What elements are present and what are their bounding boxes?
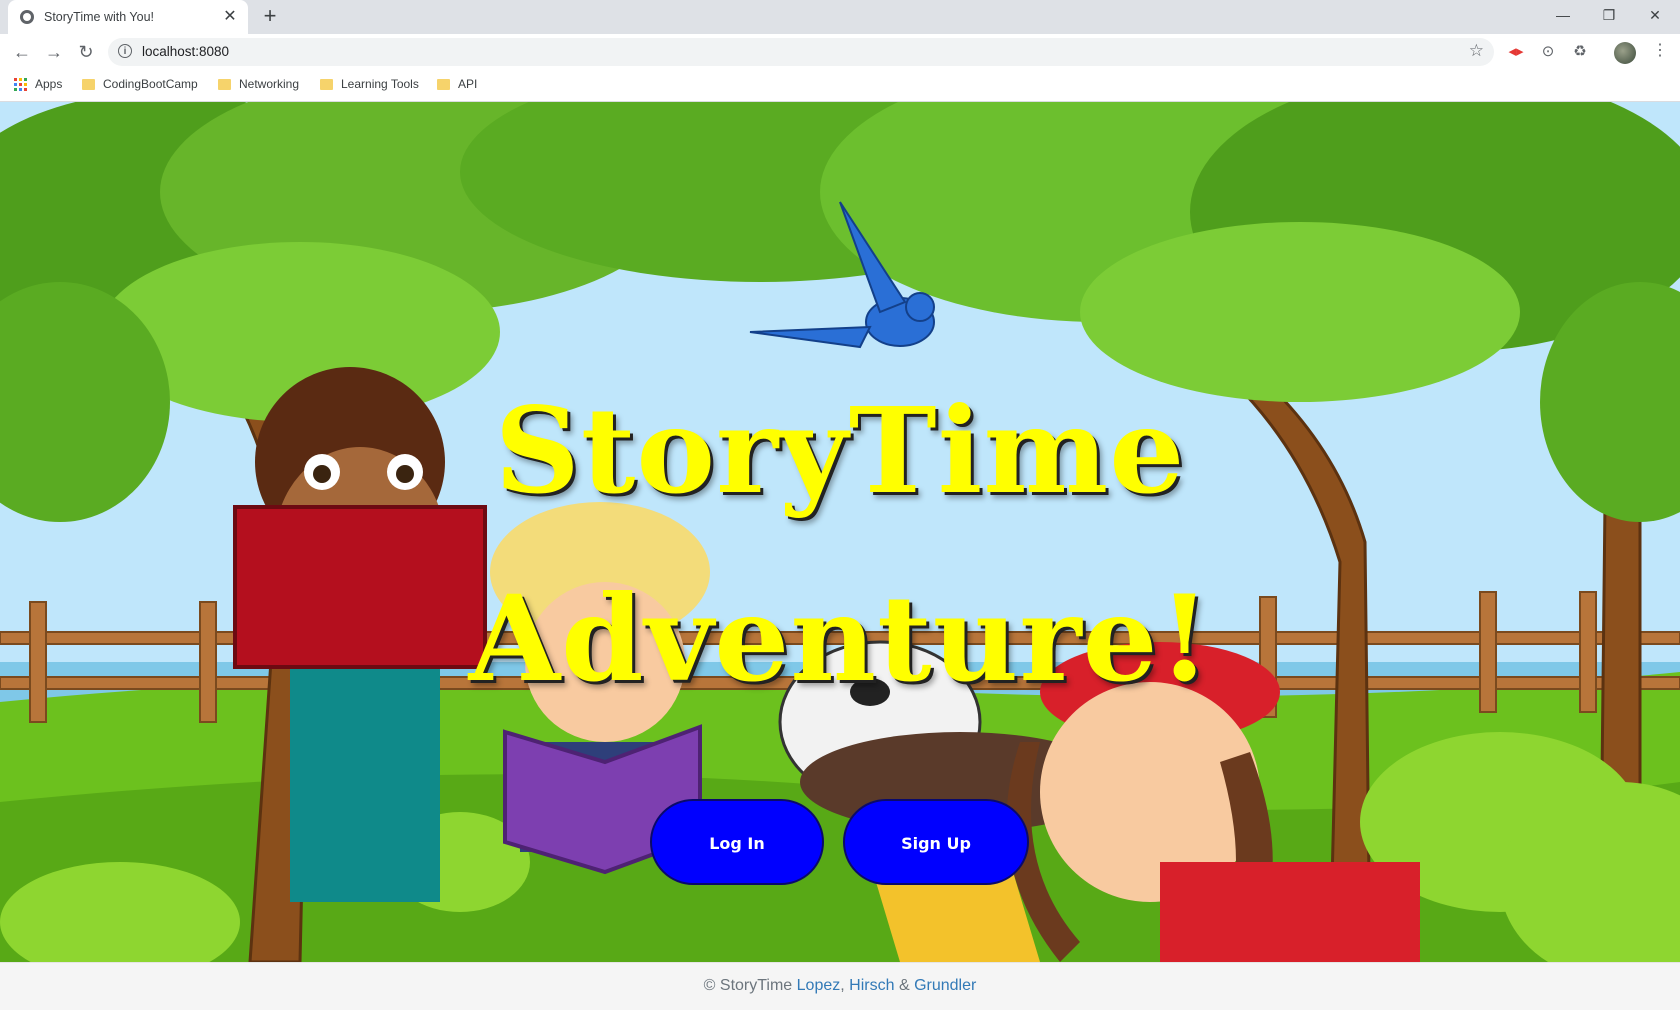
reload-icon[interactable]: ↻ (74, 40, 98, 64)
folder-icon (82, 78, 95, 90)
folder-icon (437, 78, 450, 90)
info-icon[interactable]: i (118, 44, 132, 58)
folder-icon (320, 78, 333, 90)
author-link-grundler[interactable]: Grundler (914, 977, 976, 994)
back-icon[interactable]: ← (10, 40, 34, 64)
browser-window: StoryTime with You! ✕ + — ❐ ✕ ← → ↻ i lo… (0, 0, 1680, 1010)
extension-icon[interactable]: ⊙ (1538, 42, 1558, 62)
hero-title: StoryTime Adventure! (0, 357, 1680, 733)
tab-storytime[interactable]: StoryTime with You! ✕ (8, 0, 248, 34)
menu-icon[interactable]: ⋮ (1652, 40, 1668, 60)
bookmark-networking[interactable]: Networking (218, 77, 299, 91)
globe-icon (20, 10, 34, 24)
new-tab-button[interactable]: + (258, 5, 282, 29)
extension-icon[interactable]: ♻ (1570, 42, 1590, 62)
tab-title: StoryTime with You! (44, 10, 155, 24)
footer: © StoryTime Lopez, Hirsch & Grundler (0, 962, 1680, 1010)
forward-icon[interactable]: → (42, 40, 66, 64)
hero-title-line2: Adventure! (468, 569, 1212, 708)
login-button[interactable]: Log In (650, 799, 824, 885)
footer-separator: , (840, 977, 845, 994)
close-tab-icon[interactable]: ✕ (222, 9, 238, 25)
background-illustration: StoryTime Adventure! Log In Sign Up (0, 102, 1680, 962)
signup-button[interactable]: Sign Up (843, 799, 1029, 885)
extension-icon[interactable]: ◂▸ (1506, 42, 1526, 62)
address-bar[interactable]: i localhost:8080 ☆ (108, 38, 1494, 66)
bookmark-label: CodingBootCamp (103, 77, 198, 91)
star-icon[interactable]: ☆ (1469, 41, 1484, 61)
url-text[interactable]: localhost:8080 (142, 44, 229, 59)
footer-separator: & (898, 977, 910, 994)
close-window-button[interactable]: ✕ (1632, 0, 1678, 30)
bookmark-learning-tools[interactable]: Learning Tools (320, 77, 419, 91)
minimize-button[interactable]: — (1540, 0, 1586, 30)
footer-copyright: © StoryTime (703, 977, 793, 994)
avatar[interactable] (1614, 42, 1636, 64)
author-link-lopez[interactable]: Lopez (797, 977, 841, 994)
bookmark-codingbootcamp[interactable]: CodingBootCamp (82, 77, 198, 91)
folder-icon (218, 78, 231, 90)
tab-strip: StoryTime with You! ✕ + — ❐ ✕ (0, 0, 1680, 34)
bookmark-label: Apps (35, 77, 63, 91)
author-link-hirsch[interactable]: Hirsch (849, 977, 894, 994)
bookmark-label: Networking (239, 77, 300, 91)
bookmark-label: Learning Tools (341, 77, 419, 91)
apps-icon (14, 77, 27, 91)
bookmark-apps[interactable]: Apps (14, 77, 62, 91)
bookmarks-bar: Apps CodingBootCamp Networking Learning … (0, 70, 1680, 102)
bookmark-api[interactable]: API (437, 77, 477, 91)
bookmark-label: API (458, 77, 478, 91)
page-content: StoryTime Adventure! Log In Sign Up © St… (0, 102, 1680, 1010)
restore-button[interactable]: ❐ (1586, 0, 1632, 30)
hero-title-line1: StoryTime (494, 381, 1186, 520)
browser-toolbar: ← → ↻ i localhost:8080 ☆ ◂▸ ⊙ ♻ ⋮ (0, 34, 1680, 70)
